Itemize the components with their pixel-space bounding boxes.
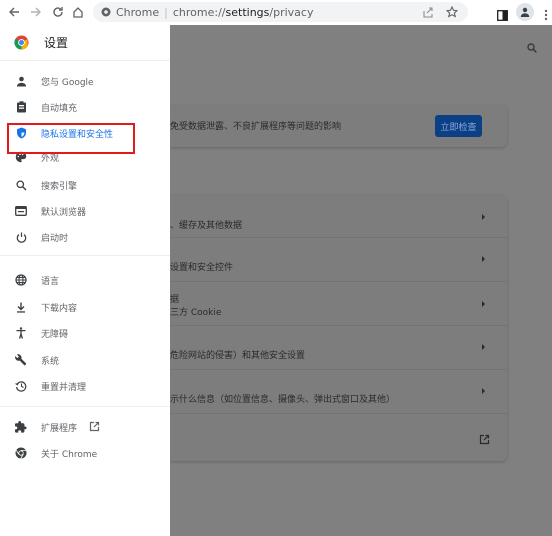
arrow-right-icon (482, 388, 485, 394)
row-title: 据 (170, 295, 180, 305)
arrow-right-icon (482, 256, 485, 262)
accessibility-icon (14, 326, 28, 340)
reload-icon (53, 7, 63, 17)
row-subtitle: 示什么信息（如位置信息、摄像头、弹出式窗口及其他） (170, 395, 396, 405)
sidebar-item-on-startup[interactable]: 启动时 (0, 226, 170, 248)
safety-check-text: 免受数据泄露、不良扩展程序等问题的影响 (170, 122, 342, 132)
url-text: chrome://settings/privacy (173, 6, 314, 19)
profile-button[interactable] (516, 3, 534, 21)
sidebar-item-label: 下载内容 (41, 303, 78, 314)
settings-sidebar: 设置 您与 Google 自动填充 隐私设置和安全性 外观 搜索引擎 默认浏览器… (0, 25, 170, 536)
search-icon (527, 43, 537, 53)
forward-button[interactable] (27, 3, 45, 21)
clipboard-icon (14, 100, 28, 114)
sidebar-item-label: 自动填充 (41, 103, 78, 114)
url-path: /privacy (269, 5, 314, 19)
settings-title: 设置 (44, 36, 69, 50)
arrow-right-icon (31, 7, 41, 17)
share-button[interactable] (422, 6, 434, 21)
highlight-box (7, 123, 135, 154)
globe-icon (14, 273, 28, 287)
address-bar[interactable]: Chrome | chrome://settings/privacy (93, 2, 468, 22)
side-panel-button[interactable] (497, 6, 508, 25)
sidebar-item-reset-cleanup[interactable]: 重置并清理 (0, 375, 170, 397)
row-cookies[interactable]: 据 三方 Cookie (170, 282, 507, 326)
sidebar-item-label: 无障碍 (41, 329, 69, 340)
sidebar-item-label: 关于 Chrome (41, 449, 98, 460)
row-external-link[interactable] (170, 414, 507, 461)
sidebar-item-label: 系统 (41, 356, 60, 367)
back-button[interactable] (5, 3, 23, 21)
sidebar-divider (0, 255, 170, 256)
home-button[interactable] (69, 3, 87, 21)
sidebar-item-label: 默认浏览器 (41, 207, 87, 218)
url-prefix: chrome:// (172, 5, 226, 19)
search-icon (14, 178, 28, 192)
arrow-right-icon (482, 344, 485, 350)
sidebar-item-label: 搜索引擎 (41, 181, 78, 192)
privacy-settings-card: 、缓存及其他数据 设置和安全控件 据 三方 Cookie 危险网站的侵害）和其他… (170, 195, 507, 461)
reload-button[interactable] (49, 3, 67, 21)
open-external-icon (89, 421, 100, 435)
open-external-icon (479, 430, 490, 449)
chrome-icon (101, 7, 111, 17)
row-subtitle: 设置和安全控件 (170, 263, 234, 273)
menu-button[interactable] (544, 6, 548, 25)
sidebar-item-default-browser[interactable]: 默认浏览器 (0, 200, 170, 222)
sidebar-item-autofill[interactable]: 自动填充 (0, 96, 170, 118)
sidebar-item-languages[interactable]: 语言 (0, 269, 170, 291)
row-subtitle: 、缓存及其他数据 (170, 221, 243, 231)
sidebar-item-system[interactable]: 系统 (0, 349, 170, 371)
row-clear-browsing-data[interactable]: 、缓存及其他数据 (170, 195, 507, 238)
side-panel-icon (497, 10, 508, 21)
chrome-logo-icon (14, 35, 29, 50)
sidebar-item-downloads[interactable]: 下载内容 (0, 296, 170, 318)
sidebar-item-about-chrome[interactable]: 关于 Chrome (0, 442, 170, 464)
omnibox-separator: | (164, 5, 168, 19)
sidebar-item-search-engine[interactable]: 搜索引擎 (0, 174, 170, 196)
browser-toolbar: Chrome | chrome://settings/privacy (0, 0, 552, 25)
star-icon (445, 5, 459, 18)
arrow-right-icon (482, 301, 485, 307)
sidebar-item-extensions[interactable]: 扩展程序 (0, 416, 170, 438)
search-settings-button[interactable] (527, 38, 537, 57)
chrome-icon (14, 446, 28, 460)
wrench-icon (14, 353, 28, 367)
sidebar-header: 设置 (0, 25, 170, 61)
sidebar-item-label: 重置并清理 (41, 382, 87, 393)
sidebar-item-you-and-google[interactable]: 您与 Google (0, 70, 170, 92)
share-icon (423, 7, 433, 18)
sidebar-divider (0, 406, 170, 407)
sidebar-item-accessibility[interactable]: 无障碍 (0, 322, 170, 344)
arrow-left-icon (9, 7, 19, 17)
download-icon (14, 300, 28, 314)
check-now-button[interactable]: 立即检查 (435, 115, 482, 137)
arrow-right-icon (482, 214, 485, 220)
row-site-settings[interactable]: 示什么信息（如位置信息、摄像头、弹出式窗口及其他） (170, 370, 507, 414)
history-icon (14, 379, 28, 393)
url-host: settings (225, 5, 270, 19)
avatar-icon (520, 7, 530, 17)
row-subtitle: 危险网站的侵害）和其他安全设置 (170, 351, 306, 361)
browser-icon (14, 204, 28, 218)
row-security[interactable]: 危险网站的侵害）和其他安全设置 (170, 326, 507, 370)
person-icon (14, 74, 28, 88)
sidebar-item-label: 您与 Google (41, 77, 94, 88)
safety-check-card: 免受数据泄露、不良扩展程序等问题的影响 立即检查 (170, 105, 507, 147)
settings-main-dimmed: 免受数据泄露、不良扩展程序等问题的影响 立即检查 、缓存及其他数据 设置和安全控… (170, 25, 552, 536)
site-label: Chrome (116, 5, 160, 19)
more-vert-icon (544, 9, 548, 21)
puzzle-icon (14, 420, 28, 434)
sidebar-item-label: 语言 (41, 276, 60, 287)
sidebar-item-label: 扩展程序 (41, 423, 78, 434)
home-icon (73, 7, 83, 18)
row-privacy-guide[interactable]: 设置和安全控件 (170, 238, 507, 282)
bookmark-button[interactable] (445, 5, 459, 21)
row-subtitle: 三方 Cookie (170, 308, 222, 318)
sidebar-item-label: 启动时 (41, 233, 69, 244)
power-icon (14, 230, 28, 244)
